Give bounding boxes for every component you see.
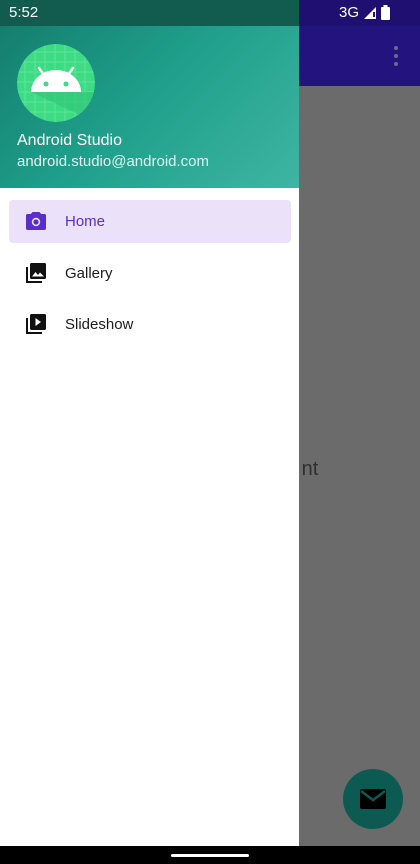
signal-icon — [364, 6, 376, 19]
nav-item-gallery[interactable]: Gallery — [9, 252, 291, 295]
nav-item-label: Gallery — [65, 264, 113, 282]
home-gesture-handle[interactable] — [171, 854, 249, 857]
status-time: 5:52 — [9, 4, 39, 21]
nav-menu: Home Gallery Slideshow — [0, 200, 299, 355]
nav-item-label: Home — [65, 213, 106, 230]
navigation-drawer: Android Studio android.studio@android.co… — [0, 0, 299, 846]
nav-item-home[interactable]: Home — [9, 200, 291, 243]
nav-item-slideshow[interactable]: Slideshow — [9, 303, 291, 346]
avatar[interactable] — [17, 44, 95, 122]
screen: nt 5:52 3G Android Studio android.studio… — [0, 0, 420, 864]
overflow-menu-icon[interactable] — [386, 44, 406, 68]
drawer-header: Android Studio android.studio@android.co… — [0, 0, 299, 188]
network-type-label: 3G — [338, 4, 359, 21]
status-bar: 5:52 3G — [0, 0, 420, 26]
system-nav-bar — [0, 846, 420, 864]
camera-icon — [26, 212, 46, 230]
user-name: Android Studio — [17, 132, 122, 149]
status-icons: 3G — [339, 4, 390, 21]
android-logo-icon — [17, 44, 95, 122]
mail-fab-button[interactable] — [343, 769, 403, 829]
user-email: android.studio@android.com — [17, 153, 210, 170]
nav-item-label: Slideshow — [65, 316, 134, 333]
gallery-icon — [26, 262, 46, 283]
slideshow-icon — [26, 314, 46, 334]
battery-icon — [381, 5, 390, 20]
mail-icon — [360, 789, 386, 809]
